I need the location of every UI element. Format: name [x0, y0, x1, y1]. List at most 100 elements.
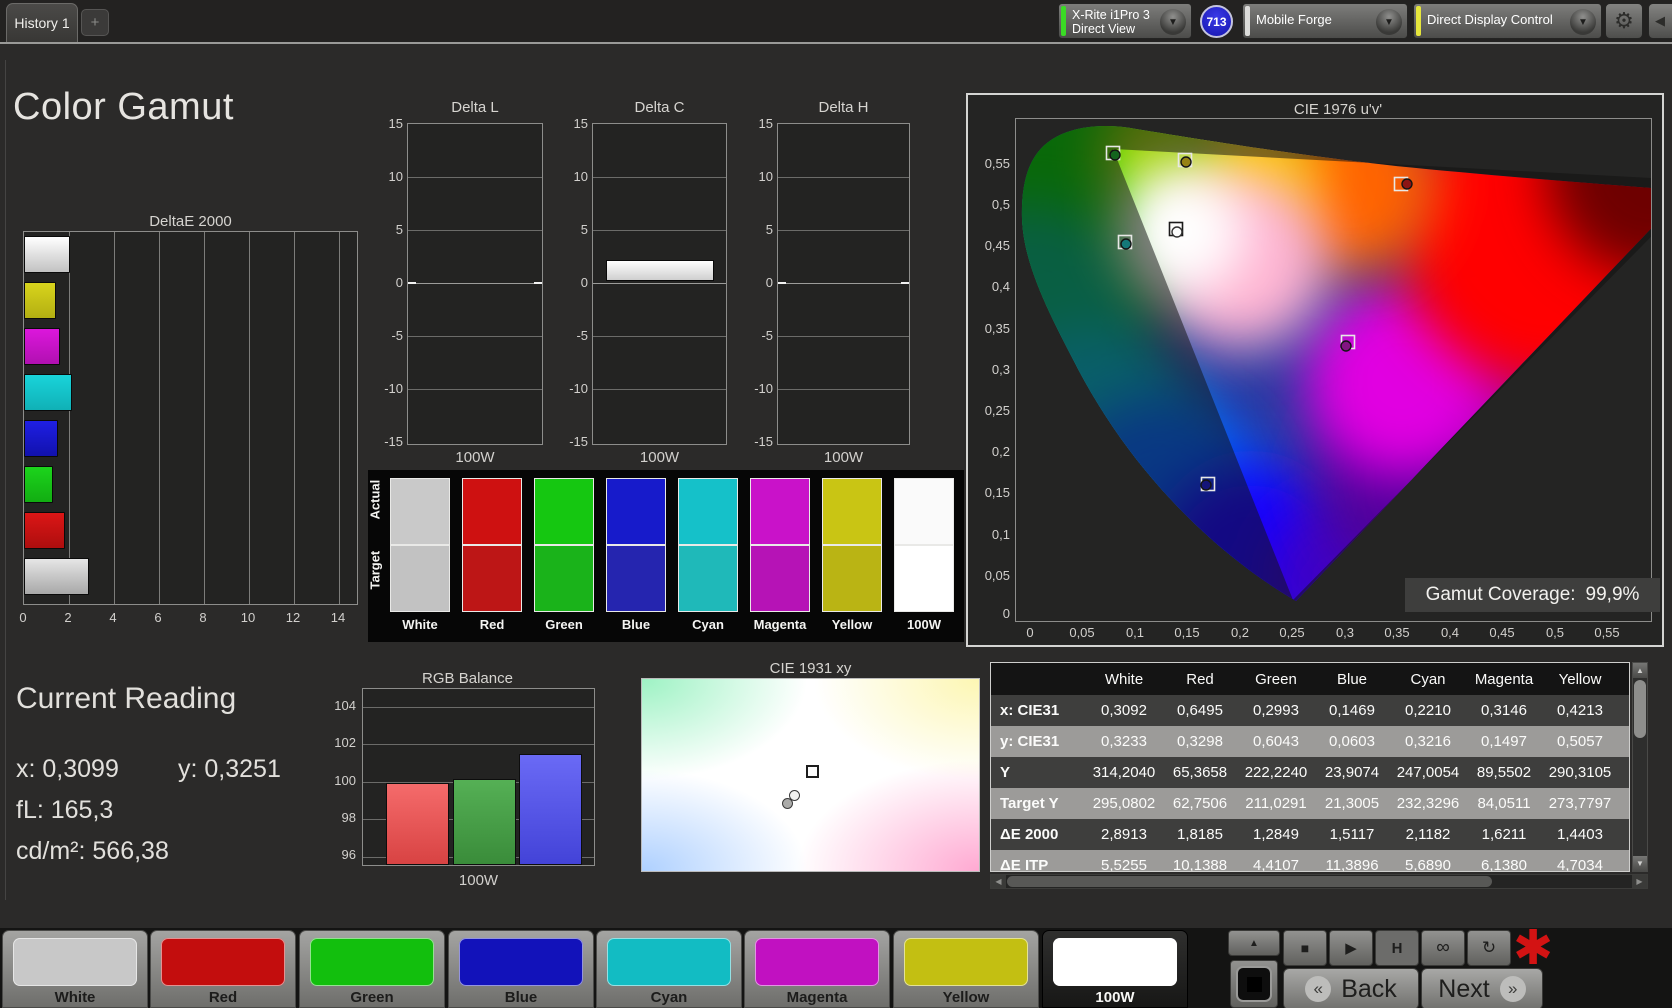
deltae-bar-red — [24, 512, 65, 549]
pattern-window-button[interactable] — [1230, 960, 1278, 1008]
source-name: Mobile Forge — [1256, 12, 1332, 27]
meter-mode: Direct View — [1072, 22, 1135, 36]
gear-icon: ⚙ — [1614, 8, 1634, 33]
table-vertical-scrollbar[interactable]: ▲ ▼ — [1632, 662, 1648, 872]
continuous-button[interactable]: ∞ — [1421, 930, 1465, 966]
display-control-stripe — [1416, 6, 1421, 36]
settings-button[interactable]: ⚙ — [1605, 3, 1643, 39]
scroll-up-button[interactable]: ▲ — [1633, 663, 1647, 678]
loop-button[interactable]: ↻ — [1467, 930, 1511, 966]
scroll-down-button[interactable]: ▼ — [1633, 856, 1647, 871]
back-button[interactable]: « Back — [1283, 968, 1419, 1008]
page-title: Color Gamut — [13, 86, 234, 128]
actual-row-label: Actual — [367, 479, 383, 520]
target-row-label: Target — [367, 550, 383, 590]
pattern-button-green[interactable]: Green — [299, 930, 445, 1008]
panel-divider — [5, 60, 6, 900]
measurement-table: WhiteRed GreenBlue CyanMagenta Yellow100… — [990, 662, 1630, 872]
rgb-bar-green — [453, 778, 516, 865]
delta-h-chart — [777, 123, 910, 445]
stop-icon: ■ — [1300, 940, 1310, 956]
x-tick: 8 — [199, 610, 207, 625]
tab-bar: History 1 + X-Rite i1Pro 3 Direct View ▼… — [0, 0, 1672, 44]
step-pattern-button[interactable]: H — [1375, 930, 1419, 966]
infinity-icon: ∞ — [1436, 937, 1450, 958]
scroll-right-button[interactable]: ▶ — [1632, 875, 1647, 888]
scroll-thumb[interactable] — [1634, 680, 1646, 738]
delta-c-xlabel: 100W — [639, 449, 680, 466]
table-row: ΔE ITP 5,5255 10,1388 4,4107 11,3896 5,689… — [991, 850, 1629, 871]
deltae-bar-magenta — [24, 328, 61, 365]
meter-status-stripe — [1061, 6, 1066, 36]
rgb-xlabel: 100W — [458, 872, 499, 889]
x-tick: 14 — [330, 610, 346, 625]
cie1931-measured-marker-2 — [782, 798, 793, 809]
x-tick: 0 — [19, 610, 27, 625]
pattern-button-blue[interactable]: Blue — [448, 930, 594, 1008]
delta-l-chart — [407, 123, 543, 445]
deltae-bar-100w — [24, 236, 71, 273]
table-row: y: CIE31 0,3233 0,3298 0,6043 0,0603 0,321… — [991, 726, 1629, 757]
deltae-bar-blue — [24, 420, 58, 457]
table-row: Y 314,2040 65,3658 222,2240 23,9074 247,00… — [991, 757, 1629, 788]
display-control-name: Direct Display Control — [1427, 12, 1553, 27]
add-tab-button[interactable]: + — [81, 9, 109, 36]
scroll-thumb[interactable] — [1007, 876, 1492, 887]
delta-c-chart — [592, 123, 727, 445]
pattern-button-white[interactable]: White — [2, 930, 148, 1008]
delta-l-title: Delta L — [451, 99, 499, 116]
display-control-dropdown[interactable]: Direct Display Control ▼ — [1413, 3, 1602, 39]
reading-cd: cd/m²: 566,38 — [16, 837, 169, 865]
x-tick: 12 — [285, 610, 301, 625]
magenta-measured-marker — [1340, 340, 1352, 352]
tab-history[interactable]: History 1 — [6, 3, 78, 42]
meter-count-badge[interactable]: 713 — [1200, 5, 1233, 38]
collapse-icon: ◀ — [1655, 13, 1665, 28]
deltae2000-title: DeltaE 2000 — [149, 213, 232, 230]
delta-h-title: Delta H — [818, 99, 869, 116]
rgb-balance-chart — [362, 688, 595, 866]
gamut-coverage-label: Gamut Coverage: — [1425, 584, 1576, 605]
deltae-bar-yellow — [24, 282, 57, 319]
green-measured-marker — [1109, 149, 1121, 161]
x-tick: 4 — [109, 610, 117, 625]
white-measured-marker — [1171, 226, 1183, 238]
pattern-button-red[interactable]: Red — [150, 930, 296, 1008]
collapse-panel-button[interactable]: ◀ — [1648, 3, 1672, 39]
source-dropdown[interactable]: Mobile Forge ▼ — [1242, 3, 1408, 39]
source-status-stripe — [1245, 6, 1250, 36]
app-window: History 1 + X-Rite i1Pro 3 Direct View ▼… — [0, 0, 1672, 1008]
x-tick: 6 — [154, 610, 162, 625]
cie1931-title: CIE 1931 xy — [769, 660, 852, 677]
step-pattern-icon: H — [1391, 939, 1403, 957]
cyan-measured-marker — [1120, 238, 1132, 250]
chevron-down-icon[interactable]: ▼ — [1376, 9, 1402, 35]
chevron-down-icon[interactable]: ▼ — [1570, 9, 1596, 35]
play-button[interactable]: ▶ — [1329, 930, 1373, 966]
meter-dropdown[interactable]: X-Rite i1Pro 3 Direct View ▼ — [1058, 3, 1192, 39]
pattern-button-magenta[interactable]: Magenta — [744, 930, 890, 1008]
pattern-button-yellow[interactable]: Yellow — [893, 930, 1039, 1008]
stop-button[interactable]: ■ — [1283, 930, 1327, 966]
expand-bar-button[interactable]: ▲ — [1228, 930, 1280, 956]
x-tick: 2 — [64, 610, 72, 625]
pattern-button-cyan[interactable]: Cyan — [596, 930, 742, 1008]
deltae-bar-white — [24, 558, 90, 595]
yellow-measured-marker — [1180, 156, 1192, 168]
current-reading-title: Current Reading — [16, 682, 237, 715]
x-tick: 10 — [240, 610, 256, 625]
reading-fl: fL: 165,3 — [16, 796, 114, 824]
table-row: x: CIE31 0,3092 0,6495 0,2993 0,1469 0,221… — [991, 695, 1629, 726]
alert-asterisk-icon[interactable]: ✱ — [1513, 920, 1553, 976]
chevron-down-icon[interactable]: ▼ — [1160, 9, 1186, 35]
loop-icon: ↻ — [1481, 938, 1497, 957]
deltae-bar-cyan — [24, 374, 72, 411]
actual-target-panel: Actual Target White Red Green Blue Cyan … — [368, 470, 964, 642]
cie1931-plot — [641, 678, 980, 872]
cie1976-panel: CIE 1976 u'v' 0,55 0,5 0,45 0,4 0,35 0,3… — [966, 93, 1664, 647]
pattern-button-100w[interactable]: 100W — [1042, 930, 1188, 1008]
gamut-coverage: Gamut Coverage: 99,9% — [1405, 578, 1660, 612]
table-horizontal-scrollbar[interactable]: ◀ ▶ — [990, 874, 1648, 889]
scroll-left-button[interactable]: ◀ — [991, 875, 1006, 888]
reading-x: x: 0,3099 — [16, 755, 119, 783]
